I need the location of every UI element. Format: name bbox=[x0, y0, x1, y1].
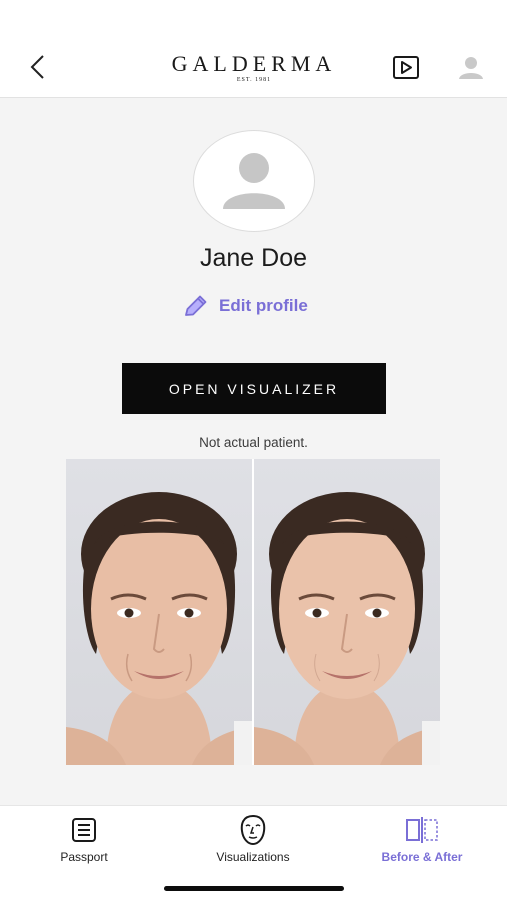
nav-tab-passport[interactable]: Passport bbox=[14, 814, 154, 864]
logo-subtext: EST. 1981 bbox=[236, 77, 272, 83]
app-header: GALDERMA EST. 1981 bbox=[0, 0, 507, 98]
video-button[interactable] bbox=[392, 55, 420, 81]
play-video-icon bbox=[393, 56, 419, 79]
pencil-icon bbox=[185, 295, 207, 316]
nav-label-visualizations: Visualizations bbox=[216, 850, 290, 864]
nav-tab-before-after[interactable]: Before & After bbox=[352, 814, 492, 864]
before-after-icon bbox=[406, 817, 438, 843]
before-after-comparison[interactable] bbox=[66, 459, 440, 765]
back-button[interactable] bbox=[22, 50, 52, 84]
chevron-left-icon bbox=[30, 55, 44, 79]
before-photo bbox=[66, 459, 252, 765]
profile-name: Jane Doe bbox=[199, 244, 308, 272]
logo-text: GALDERMA bbox=[171, 51, 337, 76]
account-button[interactable] bbox=[457, 56, 485, 80]
open-visualizer-button[interactable]: OPEN VISUALIZER bbox=[122, 363, 386, 414]
nav-tab-visualizations[interactable]: Visualizations bbox=[183, 814, 323, 864]
user-placeholder-icon bbox=[223, 153, 285, 209]
disclaimer-text: Not actual patient. bbox=[199, 435, 308, 450]
user-icon bbox=[459, 57, 483, 79]
home-indicator[interactable] bbox=[164, 886, 344, 891]
profile-avatar[interactable] bbox=[193, 130, 315, 232]
nav-label-passport: Passport bbox=[60, 850, 108, 864]
face-icon bbox=[240, 814, 266, 846]
passport-icon bbox=[72, 818, 96, 842]
nav-label-before-after: Before & After bbox=[381, 850, 463, 864]
galderma-logo: GALDERMA EST. 1981 bbox=[150, 52, 358, 84]
after-photo bbox=[254, 459, 440, 765]
edit-profile-link[interactable]: Edit profile bbox=[183, 293, 308, 319]
edit-profile-label: Edit profile bbox=[219, 296, 308, 315]
